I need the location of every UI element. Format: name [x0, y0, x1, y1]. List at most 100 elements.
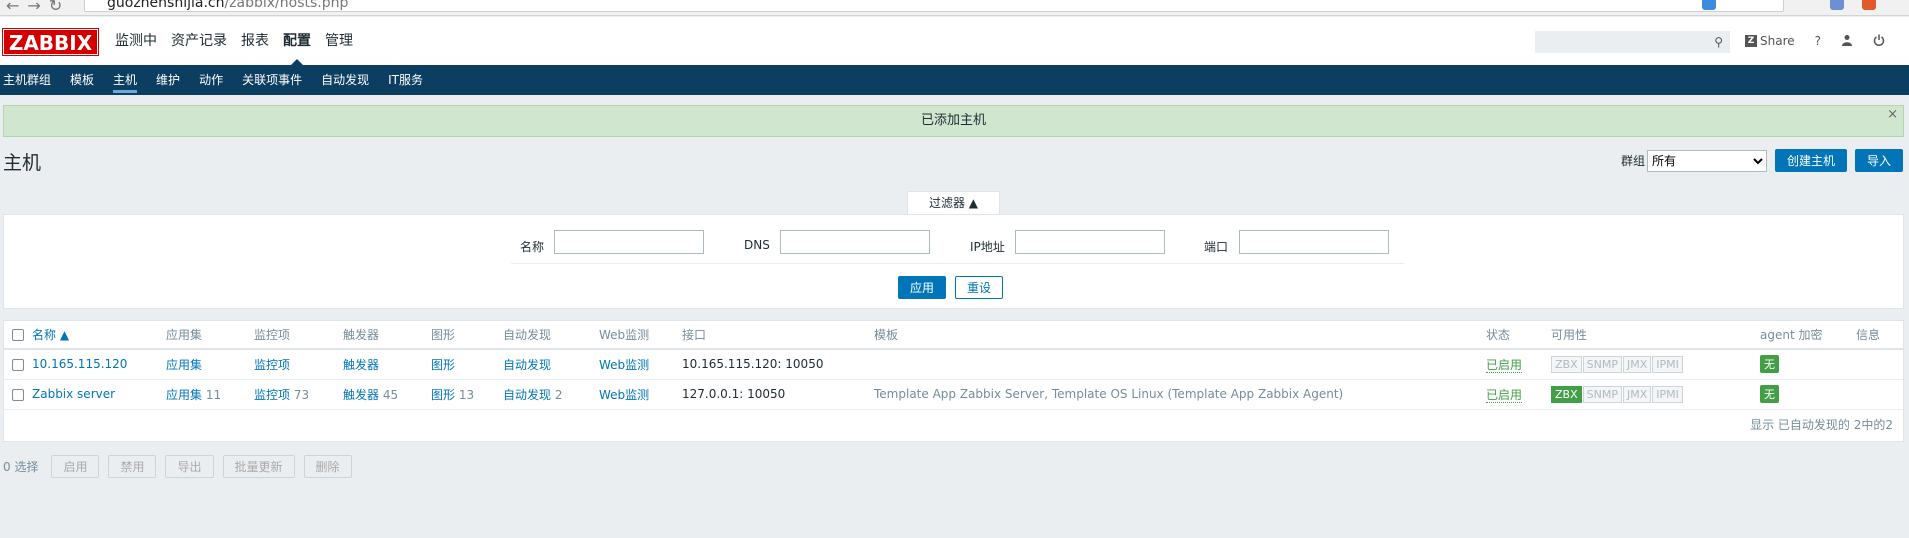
message-text: 已添加主机 [920, 113, 986, 128]
host-name-link[interactable]: 10.165.115.120 [32, 357, 127, 371]
extension-icon[interactable] [1702, 0, 1716, 10]
help-icon[interactable]: ? [1815, 34, 1821, 48]
col-templates: 模板 [874, 321, 1486, 350]
encryption-badge: 无 [1760, 385, 1779, 403]
graphs-link[interactable]: 图形 [431, 358, 455, 372]
subnav-hosts[interactable]: 主机 [113, 65, 138, 95]
discovery-count: 2 [554, 387, 563, 402]
filter-ip-input[interactable] [1015, 230, 1165, 254]
import-button[interactable]: 导入 [1854, 149, 1903, 172]
interface-cell: 10.165.115.120: 10050 [682, 349, 874, 380]
items-link[interactable]: 监控项 [254, 388, 290, 402]
close-icon[interactable]: × [1887, 100, 1898, 130]
subnav-templates[interactable]: 模板 [70, 65, 94, 95]
user-icon[interactable] [1841, 34, 1853, 49]
items-count: 73 [293, 387, 310, 402]
col-name[interactable]: 名称 ▲ [32, 321, 166, 350]
graphs-count: 13 [458, 387, 475, 402]
group-select[interactable]: 所有 [1646, 149, 1767, 172]
extension-icon[interactable] [1862, 0, 1876, 10]
info-cell [1856, 379, 1903, 410]
availability-badges: ZBX SNMP JMX IPMI [1551, 385, 1683, 403]
select-all-checkbox[interactable] [12, 329, 24, 341]
discovery-link[interactable]: 自动发现 [503, 388, 551, 402]
search-icon[interactable]: ⚲ [1714, 35, 1723, 49]
applications-link[interactable]: 应用集 [166, 358, 202, 372]
host-name-link[interactable]: Zabbix server [32, 387, 115, 401]
menu-item-reports[interactable]: 报表 [234, 17, 276, 65]
template-link[interactable]: Template App Zabbix Server, Template OS … [874, 387, 1343, 401]
filter-tab[interactable]: 过滤器 ▲ [907, 191, 1000, 215]
hosts-table: 名称 ▲ 应用集 监控项 触发器 图形 自动发现 Web监测 接口 模板 状态 … [4, 321, 1903, 410]
filter-port-label: 端口 [1204, 240, 1229, 254]
menu-item-administration[interactable]: 管理 [318, 17, 360, 65]
availability-badges: ZBX SNMP JMX IPMI [1551, 355, 1683, 373]
browser-nav-icons[interactable]: ←→↻ [6, 0, 70, 15]
mass-update-button[interactable]: 批量更新 [222, 455, 295, 478]
col-status: 状态 [1486, 321, 1551, 350]
top-header: ZABBIX 监测中 资产记录 报表 配置 管理 ⚲ Z Share ? [0, 17, 1909, 65]
reset-button[interactable]: 重设 [955, 276, 1004, 299]
table-row: Zabbix server 应用集 11 监控项 73 触发器 45 图形 13… [4, 379, 1903, 410]
applications-link[interactable]: 应用集 [166, 388, 202, 402]
subnav-maintenance[interactable]: 维护 [156, 65, 180, 95]
delete-button[interactable]: 删除 [303, 455, 352, 478]
encryption-badge: 无 [1760, 355, 1779, 374]
triggers-count: 45 [382, 387, 399, 402]
web-link[interactable]: Web监测 [599, 358, 649, 372]
filter-port-input[interactable] [1239, 230, 1389, 254]
info-cell [1856, 349, 1903, 380]
items-link[interactable]: 监控项 [254, 358, 290, 372]
subnav-correlation[interactable]: 关联项事件 [242, 65, 302, 95]
disable-button[interactable]: 禁用 [108, 455, 157, 478]
triggers-link[interactable]: 触发器 [343, 388, 379, 402]
export-button[interactable]: 导出 [165, 455, 214, 478]
triggers-link[interactable]: 触发器 [343, 358, 379, 372]
address-bar[interactable]: guozhenshijia.cn/zabbix/hosts.php [84, 0, 1784, 12]
snmp-badge: SNMP [1582, 355, 1622, 373]
subnav-discovery[interactable]: 自动发现 [321, 65, 369, 95]
success-message: 已添加主机 × [3, 105, 1904, 137]
templates-cell: Template App Zabbix Server, Template OS … [874, 379, 1486, 410]
status-toggle[interactable]: 已启用 [1486, 387, 1523, 403]
menu-item-configuration[interactable]: 配置 [276, 17, 318, 65]
select-all-cell [4, 321, 32, 350]
browser-toolbar: ←→↻ guozhenshijia.cn/zabbix/hosts.php [0, 0, 1909, 16]
row-checkbox[interactable] [12, 388, 24, 401]
col-availability: 可用性 [1551, 321, 1760, 350]
apply-button[interactable]: 应用 [898, 276, 947, 299]
jmx-badge: JMX [1622, 355, 1652, 373]
search-input[interactable] [1536, 32, 1706, 52]
filter-fields: 名称 DNS IP地址 端口 [4, 228, 1903, 268]
filter-name-label: 名称 [520, 240, 545, 254]
status-toggle[interactable]: 已启用 [1486, 357, 1523, 373]
page-controls: 群组 所有 创建主机 导入 [1621, 149, 1903, 172]
discovery-link[interactable]: 自动发现 [503, 358, 551, 372]
enable-button[interactable]: 启用 [51, 455, 100, 478]
col-triggers: 触发器 [343, 321, 431, 350]
share-button[interactable]: Z Share [1745, 34, 1795, 48]
filter-ip-label: IP地址 [970, 240, 1005, 254]
col-graphs: 图形 [431, 321, 503, 350]
menu-item-inventory[interactable]: 资产记录 [164, 17, 234, 65]
snmp-badge: SNMP [1582, 385, 1622, 403]
subnav-actions[interactable]: 动作 [199, 65, 223, 95]
col-interface: 接口 [682, 321, 874, 350]
extension-icon[interactable] [1830, 0, 1844, 10]
ipmi-badge: IPMI [1652, 355, 1683, 373]
filter-dns-input[interactable] [780, 230, 930, 254]
power-icon[interactable] [1873, 34, 1885, 49]
col-web: Web监测 [599, 321, 682, 350]
subnav-host-groups[interactable]: 主机群组 [3, 65, 51, 95]
filter-name-input[interactable] [554, 230, 704, 254]
web-link[interactable]: Web监测 [599, 388, 649, 402]
page-title: 主机 [3, 152, 42, 174]
subnav-it-services[interactable]: IT服务 [388, 65, 423, 95]
create-host-button[interactable]: 创建主机 [1774, 149, 1847, 172]
zabbix-logo[interactable]: ZABBIX [2, 28, 99, 56]
table-footer-count: 显示 已自动发现的 2中的2 [1750, 418, 1893, 432]
menu-item-monitoring[interactable]: 监测中 [108, 17, 164, 65]
row-checkbox[interactable] [12, 358, 24, 371]
sub-navigation: 主机群组 模板 主机 维护 动作 关联项事件 自动发现 IT服务 [0, 65, 1909, 95]
graphs-link[interactable]: 图形 [431, 388, 455, 402]
